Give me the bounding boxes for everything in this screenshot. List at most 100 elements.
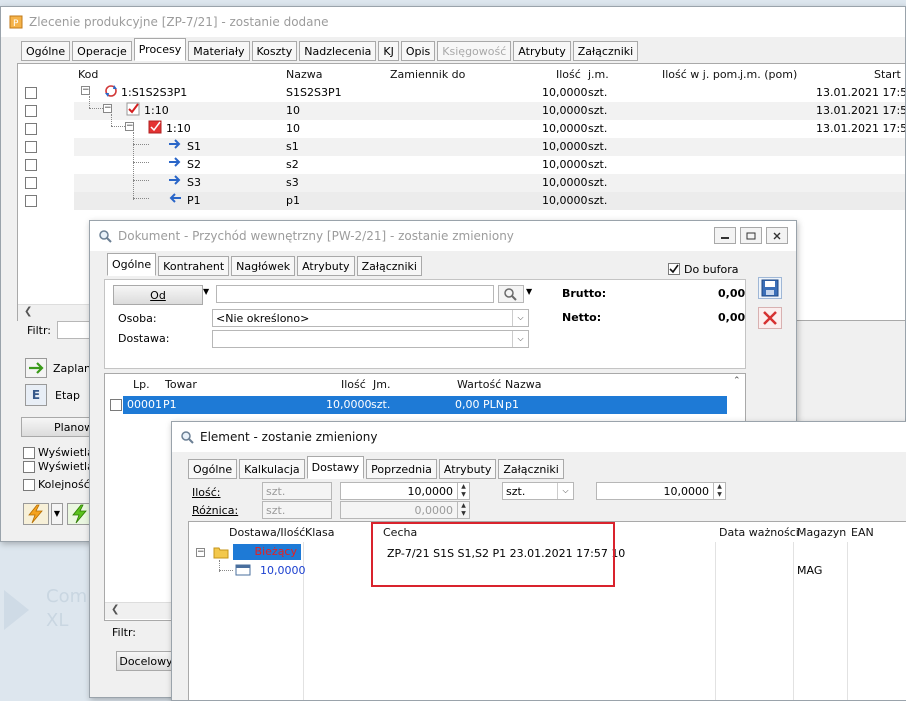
od-dropdown-icon[interactable]: ▼ (203, 287, 209, 296)
search-button[interactable] (498, 285, 524, 303)
osoba-value: <Nie określono> (216, 311, 310, 325)
spin-up-icon[interactable]: ▲ (458, 483, 469, 491)
row-checkbox[interactable] (25, 195, 37, 207)
row-checkbox[interactable] (25, 141, 37, 153)
col-nazwa[interactable]: Nazwa (286, 68, 322, 81)
od-input[interactable] (216, 285, 494, 303)
lightning-button[interactable] (23, 503, 49, 525)
col-jm-pom[interactable]: j.m. (pom) (740, 68, 797, 81)
el-roznica-input: 0,0000 ▲ ▼ (340, 501, 470, 519)
doc-row-lp: 00001 (127, 398, 162, 411)
tab-opis[interactable]: Opis (400, 41, 436, 61)
osoba-select[interactable]: <Nie określono> ⌵ (212, 309, 529, 327)
el-tab-atrybuty[interactable]: Atrybuty (438, 459, 497, 479)
wyswietlaj-checkbox-2[interactable] (23, 461, 35, 473)
main-tabs: Ogólne Operacje Procesy Materiały Koszty… (21, 38, 639, 61)
tree-line (89, 108, 103, 109)
close-button[interactable] (766, 227, 788, 244)
dostawa-select[interactable]: ⌵ (212, 330, 529, 348)
col-ilosc[interactable]: Ilość (556, 68, 581, 81)
tab-zalaczniki[interactable]: Załączniki (572, 41, 639, 61)
maximize-button[interactable] (740, 227, 762, 244)
planowanie-button[interactable]: Planow (21, 417, 93, 437)
row-checkbox[interactable] (25, 123, 37, 135)
tree-root-biezacy[interactable]: Bieżący (233, 544, 301, 560)
row-jm: szt. (588, 104, 608, 117)
doc-table-row[interactable]: 00001 P1 10,0000 szt. 0,00 PLN p1 (123, 396, 727, 414)
el-tab-ogolne[interactable]: Ogólne (188, 459, 238, 479)
col-ilosc-pom[interactable]: Ilość w j. pom. (662, 68, 741, 81)
tab-materialy[interactable]: Materiały (188, 41, 250, 61)
el-col-dostawa[interactable]: Dostawa/Ilość (229, 526, 305, 539)
el-col-magazyn[interactable]: Magazyn (797, 526, 846, 539)
doc-tab-zalaczniki[interactable]: Załączniki (356, 256, 422, 276)
plan-arrow-button[interactable] (25, 358, 47, 378)
el-tab-dostawy[interactable]: Dostawy (306, 456, 365, 479)
search-dropdown-icon[interactable]: ▼ (526, 287, 532, 296)
tab-procesy[interactable]: Procesy (133, 38, 187, 61)
etap-icon[interactable]: E (25, 384, 47, 406)
doc-col-lp[interactable]: Lp. (133, 378, 150, 391)
el-tab-kalkulacja[interactable]: Kalkulacja (239, 459, 305, 479)
doc-col-ilosc[interactable]: Ilość (341, 378, 366, 391)
scroll-up-icon[interactable]: ⌃ (733, 376, 741, 386)
docelowy-button[interactable]: Docelowy (116, 651, 176, 671)
doc-horizontal-scrollbar[interactable]: ❮ (105, 602, 175, 619)
doc-col-wartosc[interactable]: Wartość (457, 378, 501, 391)
el-tab-zalaczniki[interactable]: Załączniki (498, 459, 564, 479)
doc-tab-kontrahent[interactable]: Kontrahent (158, 256, 230, 276)
collapse-toggle[interactable]: − (81, 86, 90, 95)
el-ilosc2-spinner[interactable]: ▲ ▼ (713, 483, 725, 499)
spin-down-icon[interactable]: ▼ (714, 491, 725, 499)
horizontal-scrollbar[interactable]: ❮ (18, 304, 98, 321)
el-ilosc-input[interactable]: 10,0000 ▲ ▼ (340, 482, 470, 500)
tab-operacje[interactable]: Operacje (72, 41, 132, 61)
el-ilosc-spinner[interactable]: ▲ ▼ (457, 483, 469, 499)
col-zamiennik[interactable]: Zamiennik do (390, 68, 465, 81)
doc-row-checkbox[interactable] (110, 399, 122, 411)
osoba-label: Osoba: (118, 312, 157, 325)
doc-col-jm[interactable]: Jm. (373, 378, 390, 391)
scroll-left-icon[interactable]: ❮ (24, 306, 32, 317)
spin-up-icon[interactable]: ▲ (714, 483, 725, 491)
save-button[interactable] (758, 277, 782, 299)
od-button[interactable]: Od (113, 285, 203, 305)
col-kod[interactable]: Kod (78, 68, 98, 81)
minimize-button[interactable] (714, 227, 736, 244)
row-checkbox[interactable] (25, 105, 37, 117)
el-tab-poprzednia[interactable]: Poprzednia (366, 459, 437, 479)
collapse-toggle[interactable]: − (103, 104, 112, 113)
el-col-data-waznosci[interactable]: Data ważności (719, 526, 799, 539)
doc-col-nazwa[interactable]: Nazwa (505, 378, 541, 391)
tree-child-ilosc[interactable]: 10,0000 (260, 564, 306, 577)
tab-ogolne[interactable]: Ogólne (21, 41, 71, 61)
kolejnosc-checkbox[interactable] (23, 479, 35, 491)
brutto-label: Brutto: (562, 287, 607, 300)
collapse-toggle[interactable]: − (196, 548, 205, 557)
do-bufora-checkbox[interactable] (668, 263, 680, 275)
row-checkbox[interactable] (25, 159, 37, 171)
tab-nadzlecenia[interactable]: Nadzlecenia (299, 41, 377, 61)
col-start[interactable]: Start (874, 68, 901, 81)
wyswietlaj-checkbox-1[interactable] (23, 447, 35, 459)
doc-col-towar[interactable]: Towar (165, 378, 197, 391)
col-jm[interactable]: j.m. (588, 68, 609, 81)
doc-tab-naglowek[interactable]: Nagłówek (231, 256, 296, 276)
el-ilosc2-input[interactable]: 10,0000 ▲ ▼ (596, 482, 726, 500)
lightning-dropdown-icon[interactable]: ▼ (51, 503, 63, 525)
row-checkbox[interactable] (25, 87, 37, 99)
collapse-toggle[interactable]: − (125, 122, 134, 131)
doc-tab-atrybuty[interactable]: Atrybuty (297, 256, 355, 276)
row-checkbox[interactable] (25, 177, 37, 189)
spin-down-icon[interactable]: ▼ (458, 491, 469, 499)
doc-tab-ogolne[interactable]: Ogólne (107, 253, 157, 276)
row-kod: S1 (187, 140, 201, 153)
el-col-ean[interactable]: EAN (851, 526, 874, 539)
tab-kj[interactable]: KJ (378, 41, 399, 61)
tab-atrybuty[interactable]: Atrybuty (513, 41, 571, 61)
el-unit-select[interactable]: szt. ⌵ (502, 482, 574, 500)
tab-koszty[interactable]: Koszty (251, 41, 298, 61)
el-col-klasa[interactable]: Klasa (305, 526, 334, 539)
cancel-button[interactable] (758, 307, 782, 329)
scroll-left-icon[interactable]: ❮ (111, 604, 119, 615)
